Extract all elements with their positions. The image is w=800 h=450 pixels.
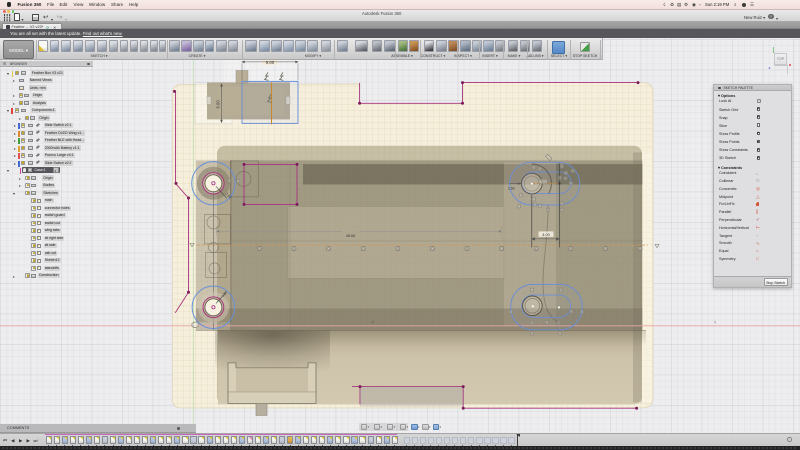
svg-text:4.00: 4.00 xyxy=(542,233,549,237)
svg-text:45.60: 45.60 xyxy=(346,233,356,237)
svg-text:X: X xyxy=(714,320,717,324)
svg-text:1.50: 1.50 xyxy=(508,186,515,190)
svg-text:7L: 7L xyxy=(371,320,375,324)
svg-text:6.00: 6.00 xyxy=(216,99,221,108)
svg-text:9.00: 9.00 xyxy=(266,60,275,65)
